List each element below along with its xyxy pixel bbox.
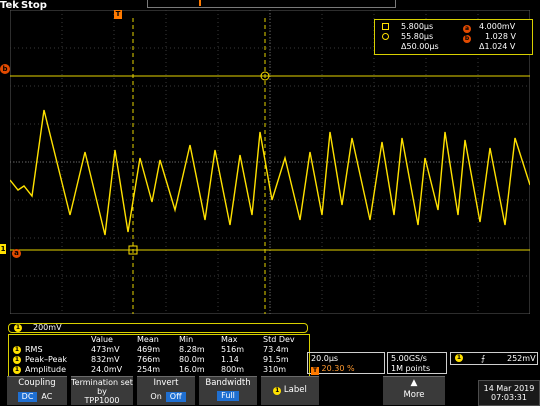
invert-label: Invert xyxy=(153,378,179,388)
cursor-a-square-icon xyxy=(382,23,389,30)
measurement-row-peak-peak[interactable]: 1 Peak–Peak 832mV 766m 80.0m 1.14 91.5m xyxy=(9,356,309,365)
cursor-a-level-marker[interactable]: a xyxy=(12,249,21,258)
more-button[interactable]: ▲ More xyxy=(383,376,445,405)
measurement-row-rms[interactable]: 1 RMS 473mV 469m 8.28m 516m 73.4m xyxy=(9,346,309,355)
channel-1-offset-marker[interactable]: 1 xyxy=(0,244,6,254)
measurement-min: 80.0m xyxy=(179,355,205,364)
measurement-min: 8.28m xyxy=(179,345,205,354)
cursor-b-time: 55.80µs xyxy=(401,32,434,41)
cursor-a-voltage: 4.000mV xyxy=(479,22,516,31)
trigger-position-icon: T xyxy=(311,367,319,375)
label-channel-icon: 1 xyxy=(273,387,282,395)
measurement-max: 516m xyxy=(221,345,245,354)
measurement-std: 73.4m xyxy=(263,345,289,354)
cursor-b-circle-icon xyxy=(382,33,389,40)
measurement-channel-icon: 1 xyxy=(13,366,21,374)
measurement-name: RMS xyxy=(25,345,43,354)
record-view-bar[interactable] xyxy=(147,0,396,8)
measurement-channel-icon: 1 xyxy=(13,346,21,354)
trigger-source-icon: 1 xyxy=(455,354,463,362)
bandwidth-button[interactable]: Bandwidth Full xyxy=(199,376,257,405)
trigger-readout[interactable]: 1 ⨍ 252mV xyxy=(450,352,538,365)
coupling-ac-option[interactable]: AC xyxy=(37,392,56,402)
header-value: Value xyxy=(91,335,113,344)
bandwidth-value: Full xyxy=(217,391,239,401)
header-max: Max xyxy=(221,335,238,344)
measurement-max: 1.14 xyxy=(221,355,239,364)
trigger-level: 252mV xyxy=(507,354,536,363)
channel-1-scale-badge[interactable]: 1 200mV xyxy=(8,323,308,333)
measurement-mean: 254m xyxy=(137,365,161,374)
cursor-delta-time: Δ50.00µs xyxy=(401,42,439,51)
header-std-dev: Std Dev xyxy=(263,335,295,344)
header-min: Min xyxy=(179,335,194,344)
time-per-div: 20.0µs xyxy=(311,354,339,363)
measurement-value: 473mV xyxy=(91,345,120,354)
measurement-table[interactable]: Value Mean Min Max Std Dev 1 RMS 473mV 4… xyxy=(8,334,310,380)
trigger-slope-icon: ⨍ xyxy=(481,354,486,363)
timebase-readout[interactable]: 20.0µs T 20.30 % xyxy=(307,352,385,375)
sample-rate: 5.00GS/s xyxy=(391,354,427,363)
record-length: 1M points xyxy=(391,364,431,373)
measurement-mean: 766m xyxy=(137,355,161,364)
termination-label: Termination set by xyxy=(71,378,133,396)
measurement-channel-icon: 1 xyxy=(13,356,21,364)
measurement-min: 16.0m xyxy=(179,365,205,374)
trigger-position-percent: 20.30 % xyxy=(321,364,355,373)
termination-value: TPP1000 xyxy=(84,396,120,405)
cursor-readout-panel[interactable]: 5.800µs a 4.000mV 55.80µs b 1.028 V Δ50.… xyxy=(374,19,533,55)
graticule[interactable] xyxy=(10,10,530,314)
cursor-b-level-marker[interactable]: b xyxy=(0,64,10,74)
time: 07:03:31 xyxy=(491,393,527,402)
coupling-label: Coupling xyxy=(18,378,56,388)
measurement-std: 310m xyxy=(263,365,287,374)
header-mean: Mean xyxy=(137,335,159,344)
more-label: More xyxy=(403,390,425,400)
invert-off-option[interactable]: Off xyxy=(165,392,186,402)
measurement-name: Peak–Peak xyxy=(25,355,67,364)
invert-button[interactable]: Invert On Off xyxy=(137,376,195,405)
cursor-b-voltage: 1.028 V xyxy=(485,32,516,41)
date: 14 Mar 2019 xyxy=(483,384,535,393)
coupling-dc-option[interactable]: DC xyxy=(17,392,38,402)
bandwidth-label: Bandwidth xyxy=(205,378,251,388)
channel-1-scale: 200mV xyxy=(33,323,62,332)
termination-button[interactable]: Termination set by TPP1000 xyxy=(71,376,133,405)
measurement-value: 832mV xyxy=(91,355,120,364)
channel-1-icon: 1 xyxy=(14,324,22,332)
cursor-b-badge-icon: b xyxy=(463,35,471,43)
cursor-a-time: 5.800µs xyxy=(401,22,434,31)
measurement-max: 800m xyxy=(221,365,245,374)
trigger-position-marker xyxy=(199,0,201,6)
date-time-stamp: 14 Mar 2019 07:03:31 xyxy=(478,380,540,406)
cursor-delta-voltage: Δ1.024 V xyxy=(479,42,516,51)
measurement-value: 24.0mV xyxy=(91,365,123,374)
measurement-mean: 469m xyxy=(137,345,161,354)
label-text: Label xyxy=(283,385,307,395)
invert-on-option[interactable]: On xyxy=(146,392,165,402)
measurement-header: Value Mean Min Max Std Dev xyxy=(9,336,309,345)
coupling-button[interactable]: Coupling DC AC xyxy=(7,376,67,405)
measurement-name: Amplitude xyxy=(25,365,66,374)
trigger-time-marker[interactable]: T xyxy=(114,10,122,19)
acquisition-readout[interactable]: 5.00GS/s 1M points xyxy=(387,352,447,374)
label-button[interactable]: 1 Label xyxy=(261,376,319,405)
measurement-std: 91.5m xyxy=(263,355,289,364)
measurement-row-amplitude[interactable]: 1 Amplitude 24.0mV 254m 16.0m 800m 310m xyxy=(9,366,309,375)
chevron-up-icon: ▲ xyxy=(410,378,418,388)
